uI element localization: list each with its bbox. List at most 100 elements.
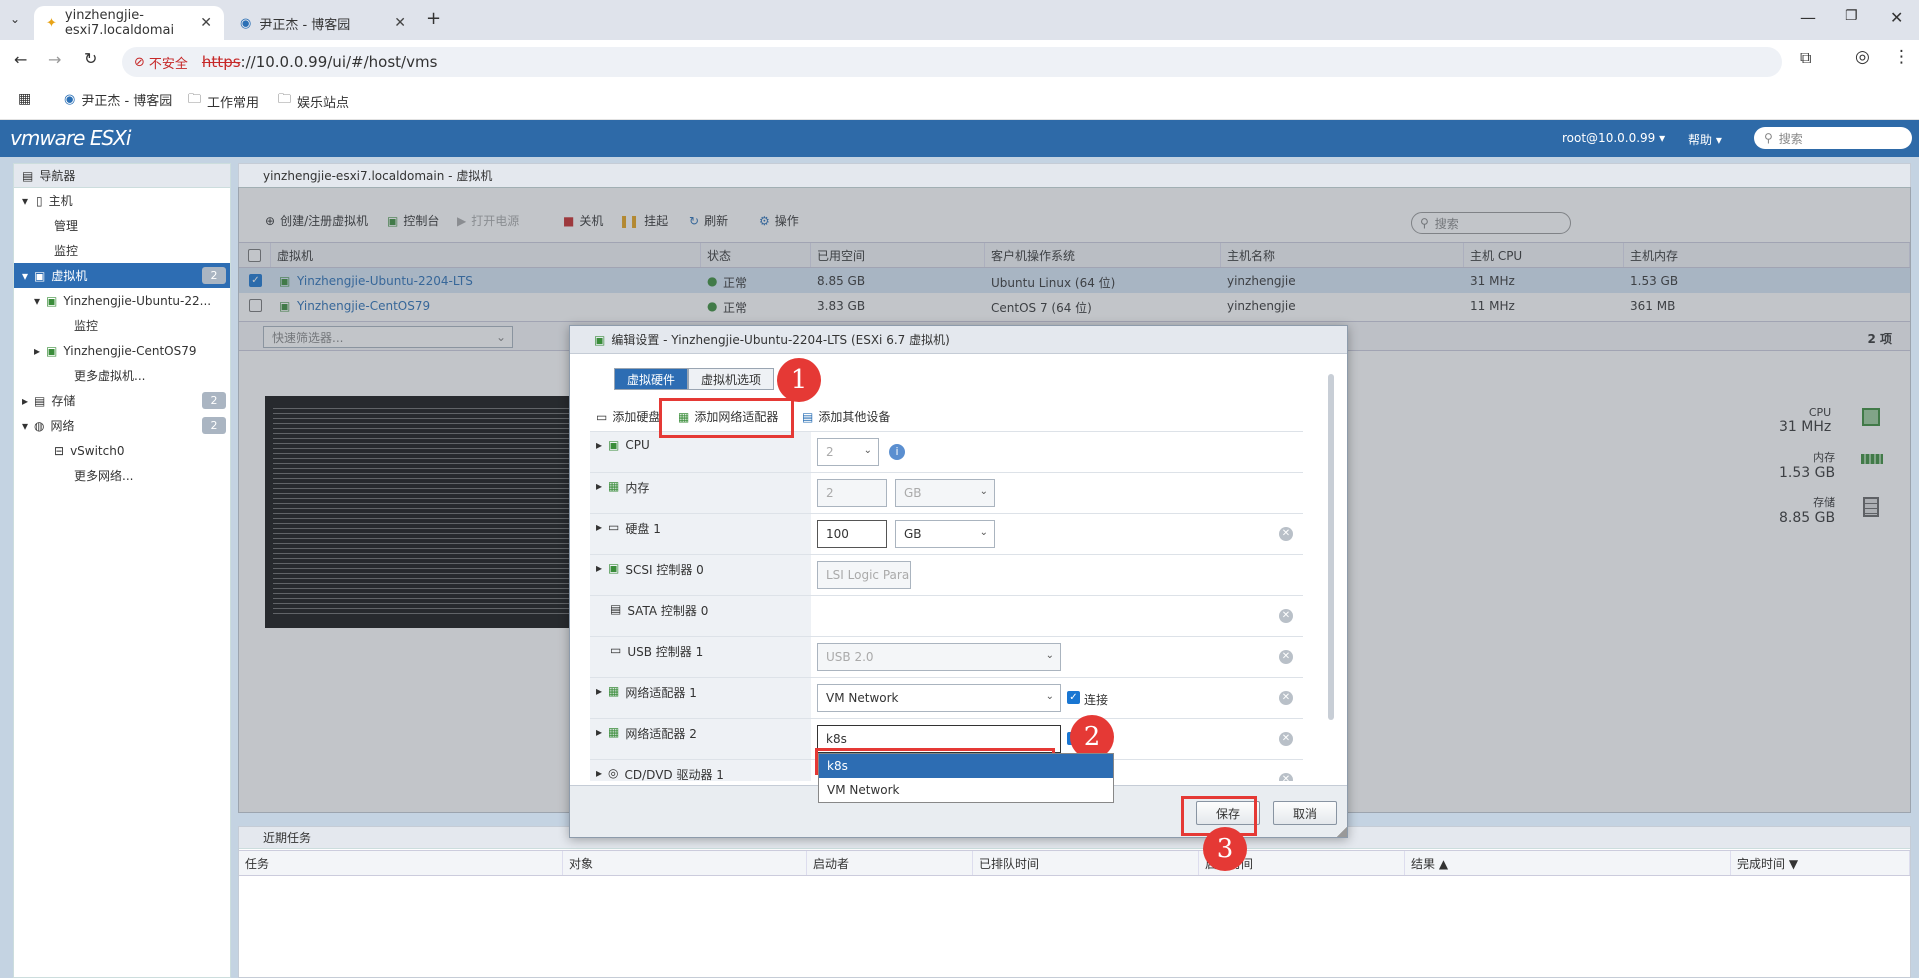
- remove-icon[interactable]: ✕: [1279, 527, 1293, 541]
- vm-icon: ▣: [34, 268, 46, 283]
- memory-unit-select[interactable]: GB ⌄: [895, 479, 995, 507]
- row-disk: ▸ ▭ 硬盘 1 100 GB ⌄ ✕: [590, 514, 1303, 555]
- restore-icon[interactable]: ❐: [1845, 8, 1858, 24]
- header-search[interactable]: ⚲ 搜索: [1754, 127, 1912, 149]
- remove-icon[interactable]: ✕: [1279, 732, 1293, 746]
- usb-select[interactable]: USB 2.0 ⌄: [817, 643, 1061, 671]
- nav-monitor[interactable]: 监控: [14, 238, 230, 263]
- scsi-select[interactable]: LSI Logic Paralle: [817, 561, 911, 589]
- apps-icon[interactable]: ▦: [18, 91, 31, 107]
- col-completed[interactable]: 完成时间 ▼: [1731, 851, 1910, 875]
- remove-icon[interactable]: ✕: [1279, 650, 1293, 664]
- minimize-icon[interactable]: —: [1800, 8, 1816, 27]
- tab-list-icon[interactable]: ⌄: [10, 12, 20, 26]
- dropdown-option-vm-network[interactable]: VM Network: [819, 778, 1113, 802]
- extensions-icon[interactable]: ⧉: [1800, 48, 1811, 68]
- nav-more-net[interactable]: 更多网络...: [14, 463, 230, 488]
- resize-handle[interactable]: [1337, 827, 1347, 837]
- tasks-title-text: 近期任务: [263, 831, 312, 845]
- vm-icon: ▣: [594, 332, 606, 347]
- disk-icon: ▭: [608, 520, 620, 534]
- marker-number: 3: [1216, 834, 1234, 864]
- disk-unit-select[interactable]: GB ⌄: [895, 520, 995, 548]
- col-initiator[interactable]: 启动者: [807, 851, 973, 875]
- user-label: root@10.0.0.99: [1562, 131, 1656, 145]
- nav-label: 管理: [54, 219, 79, 233]
- dropdown-option-k8s[interactable]: k8s: [819, 754, 1113, 778]
- menu-icon[interactable]: ⋮: [1893, 47, 1910, 67]
- chevron-down-icon: ⌄: [979, 527, 988, 538]
- nav-label: Yinzhengjie-Ubuntu-22...: [63, 293, 212, 308]
- nav-network[interactable]: ▾ ◍ 网络 2: [14, 413, 230, 438]
- row-label[interactable]: ▸ ▣ SCSI 控制器 0: [590, 555, 811, 595]
- user-menu[interactable]: root@10.0.0.99 ▾: [1562, 131, 1665, 145]
- expand-icon: ▸: [596, 725, 603, 739]
- nav-vm-monitor[interactable]: 监控: [14, 313, 230, 338]
- tab-blog[interactable]: ◉ 尹正杰 - 博客园 ✕: [228, 6, 418, 40]
- reload-icon[interactable]: ↻: [84, 49, 97, 68]
- row-label[interactable]: ▸ ▦ 网络适配器 2: [590, 719, 811, 759]
- remove-icon[interactable]: ✕: [1279, 609, 1293, 623]
- bookmark-fun[interactable]: 🗀 娱乐站点: [278, 90, 349, 112]
- label-text: 硬盘 1: [625, 522, 661, 536]
- info-icon[interactable]: i: [889, 444, 905, 460]
- nav-more-vms[interactable]: 更多虚拟机...: [14, 363, 230, 388]
- tab-virtual-hardware[interactable]: 虚拟硬件: [614, 368, 688, 390]
- remove-icon[interactable]: ✕: [1279, 691, 1293, 705]
- network-icon: ◍: [34, 418, 45, 433]
- nav-vm-ubuntu[interactable]: ▾ ▣ Yinzhengjie-Ubuntu-22...: [14, 288, 230, 313]
- row-label[interactable]: ▭ USB 控制器 1: [590, 637, 811, 677]
- nic1-network-select[interactable]: VM Network ⌄: [817, 684, 1061, 712]
- new-tab-icon[interactable]: +: [426, 8, 441, 29]
- help-menu[interactable]: 帮助 ▾: [1688, 131, 1722, 148]
- folder-icon: 🗀: [188, 92, 202, 107]
- nic-icon: ▦: [608, 684, 620, 698]
- nav-storage[interactable]: ▸ ▤ 存储 2: [14, 388, 230, 413]
- nav-label: 更多虚拟机...: [74, 369, 146, 383]
- nav-vswitch[interactable]: ⊟ vSwitch0: [14, 438, 230, 463]
- nav-vm-centos[interactable]: ▸ ▣ Yinzhengjie-CentOS79: [14, 338, 230, 363]
- input-value: 2: [826, 486, 834, 500]
- expand-icon: ▾: [22, 418, 29, 433]
- tab-vm-options[interactable]: 虚拟机选项: [688, 368, 774, 390]
- bookmark-blog[interactable]: ◉ 尹正杰 - 博客园: [64, 90, 172, 109]
- nav-label: Yinzhengjie-CentOS79: [63, 343, 197, 358]
- nav-manage[interactable]: 管理: [14, 213, 230, 238]
- memory-input[interactable]: 2: [817, 479, 887, 507]
- col-label: 任务: [245, 856, 270, 871]
- row-label[interactable]: ▤ SATA 控制器 0: [590, 596, 811, 636]
- nav-host[interactable]: ▾ ▯ 主机: [14, 188, 230, 213]
- remove-icon[interactable]: ✕: [1279, 773, 1293, 781]
- profile-icon[interactable]: ◎: [1855, 47, 1870, 67]
- row-label[interactable]: ▸ ▦ 内存: [590, 473, 811, 513]
- nic1-connect-checkbox[interactable]: ✓: [1067, 691, 1080, 704]
- bookmark-work[interactable]: 🗀 工作常用: [188, 90, 259, 112]
- nav-vms[interactable]: ▾ ▣ 虚拟机 2: [14, 263, 230, 288]
- disk-size-input[interactable]: 100: [817, 520, 887, 548]
- cpu-select[interactable]: 2 ⌄: [817, 438, 879, 466]
- add-other-button[interactable]: ▤ 添加其他设备: [802, 408, 890, 425]
- dialog-scrollbar[interactable]: [1328, 374, 1334, 720]
- url-field[interactable]: ⊘ 不安全 https ://10.0.0.99/ui/#/host/vms: [122, 47, 1782, 77]
- nav-label: 更多网络...: [74, 469, 134, 483]
- col-task[interactable]: 任务: [239, 851, 563, 875]
- bookmark-label: 娱乐站点: [297, 95, 350, 111]
- col-queued[interactable]: 已排队时间: [973, 851, 1199, 875]
- col-result[interactable]: 结果 ▲: [1405, 851, 1731, 875]
- row-label[interactable]: ▸ ▦ 网络适配器 1: [590, 678, 811, 718]
- row-label[interactable]: ▸ ▣ CPU: [590, 432, 811, 472]
- add-disk-button[interactable]: ▭ 添加硬盘: [596, 408, 660, 425]
- expand-icon: ▸: [596, 766, 603, 780]
- tab-title: yinzhengjie-esxi7.localdomai: [64, 8, 175, 38]
- col-object[interactable]: 对象: [563, 851, 807, 875]
- close-window-icon[interactable]: ✕: [1890, 8, 1903, 27]
- forward-icon[interactable]: →: [48, 50, 61, 69]
- close-icon[interactable]: ✕: [394, 15, 406, 31]
- count-badge: 2: [202, 267, 226, 284]
- close-icon[interactable]: ✕: [200, 15, 212, 31]
- back-icon[interactable]: ←: [14, 50, 27, 69]
- row-label[interactable]: ▸ ◎ CD/DVD 驱动器 1: [590, 760, 811, 781]
- row-label[interactable]: ▸ ▭ 硬盘 1: [590, 514, 811, 554]
- cancel-button[interactable]: 取消: [1273, 801, 1337, 825]
- tab-esxi[interactable]: ✦ yinzhengjie-esxi7.localdomai ✕: [34, 6, 224, 40]
